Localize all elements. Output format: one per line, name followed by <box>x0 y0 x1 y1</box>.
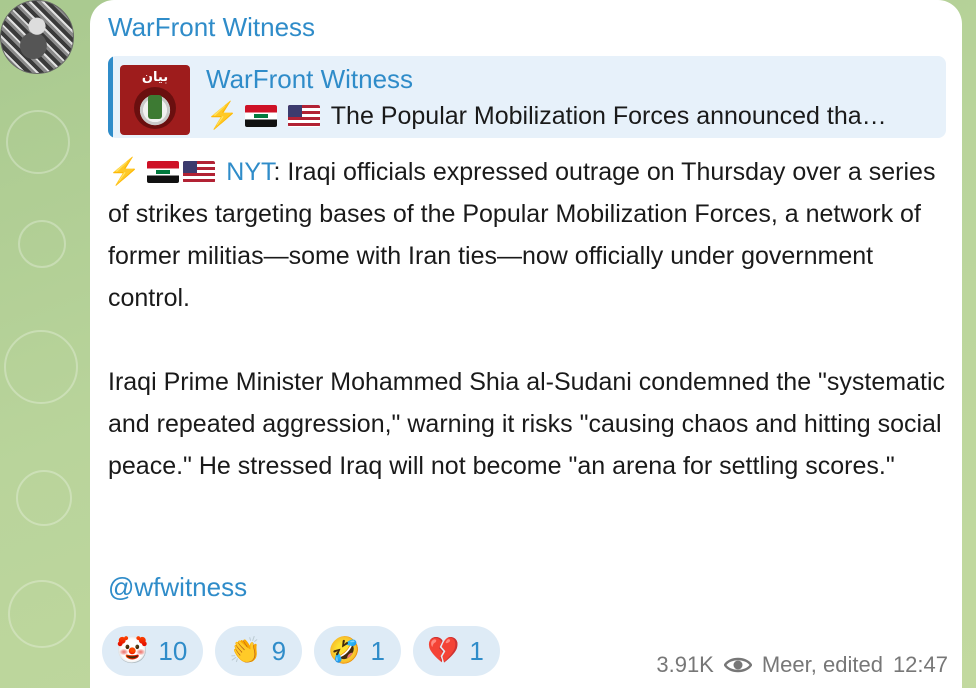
thumb-logo-text: بيان <box>141 70 169 85</box>
wallpaper-doodle <box>18 220 66 268</box>
reaction-clap[interactable]: 👏 9 <box>215 626 303 676</box>
reaction-count: 10 <box>158 635 188 666</box>
paragraph-1: ⚡ NYT: Iraqi officials expressed outrage… <box>108 150 948 319</box>
message-meta: 3.91K Meer, edited 12:47 <box>656 652 948 678</box>
quote-text: ⚡ The Popular Mobilization Forces announ… <box>206 100 936 131</box>
wallpaper-doodle <box>8 580 76 648</box>
us-flag-icon <box>288 105 321 127</box>
reactions-row: 🤡 10 👏 9 🤣 1 💔 1 <box>102 626 500 676</box>
pmf-emblem-icon <box>134 87 176 129</box>
view-count: 3.91K <box>656 652 714 677</box>
reaction-clown[interactable]: 🤡 10 <box>102 626 204 676</box>
reply-quote[interactable]: بيان WarFront Witness ⚡ The Popular Mobi… <box>108 56 946 138</box>
rofl-icon: 🤣 <box>328 636 361 666</box>
paragraph-2: Iraqi Prime Minister Mohammed Shia al-Su… <box>108 368 946 480</box>
iraq-flag-icon <box>245 105 278 127</box>
nyt-link[interactable]: NYT <box>226 158 273 186</box>
broken-heart-icon: 💔 <box>426 636 460 666</box>
message-bubble: WarFront Witness بيان WarFront Witness ⚡… <box>90 0 962 688</box>
reaction-count: 1 <box>469 635 484 666</box>
quote-accent-bar <box>108 56 113 138</box>
lightning-icon: ⚡ <box>108 156 141 186</box>
channel-handle-link[interactable]: @wfwitness <box>108 572 247 603</box>
clapping-hands-icon: 👏 <box>229 636 262 666</box>
reaction-count: 9 <box>271 635 287 666</box>
reaction-rofl[interactable]: 🤣 1 <box>314 626 401 676</box>
clown-face-icon: 🤡 <box>116 636 149 666</box>
message-time: 12:47 <box>892 652 948 677</box>
channel-avatar[interactable] <box>0 0 74 74</box>
us-flag-icon <box>183 161 216 183</box>
quote-thumbnail: بيان <box>120 65 190 135</box>
iraq-flag-icon <box>147 161 180 183</box>
quote-snippet: The Popular Mobilization Forces announce… <box>330 102 887 130</box>
wallpaper-doodle <box>6 110 70 174</box>
message-text: ⚡ NYT: Iraqi officials expressed outrage… <box>108 150 948 487</box>
quote-author: WarFront Witness <box>206 64 414 94</box>
author-name[interactable]: WarFront Witness <box>108 12 315 43</box>
reaction-count: 1 <box>370 635 385 666</box>
lightning-icon: ⚡ <box>206 100 239 130</box>
reaction-broken-heart[interactable]: 💔 1 <box>412 626 500 676</box>
eye-icon <box>723 657 752 673</box>
wallpaper-doodle <box>4 330 78 404</box>
edited-label: Meer, edited <box>761 652 883 677</box>
wallpaper-doodle <box>16 470 72 526</box>
